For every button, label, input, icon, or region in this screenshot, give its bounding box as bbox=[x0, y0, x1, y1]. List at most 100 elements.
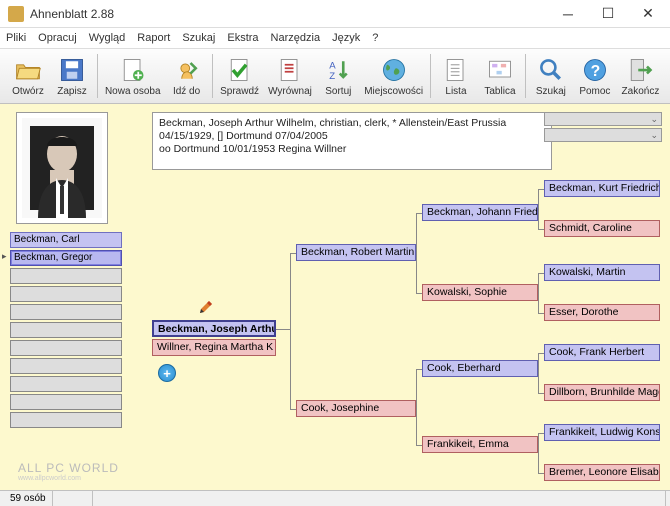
save-icon bbox=[58, 56, 86, 84]
pgmgf[interactable]: Kowalski, Martin bbox=[544, 264, 660, 281]
places-button[interactable]: Miejscowości bbox=[360, 51, 427, 101]
toolbar-separator bbox=[430, 54, 431, 98]
tree-line bbox=[416, 369, 422, 370]
list-item-selected[interactable]: Beckman, Gregor bbox=[10, 250, 122, 266]
list-item-empty[interactable] bbox=[10, 286, 122, 302]
menu-narzedzia[interactable]: Narzędzia bbox=[271, 32, 321, 44]
person-photo[interactable] bbox=[16, 112, 108, 224]
info-line1: Beckman, Joseph Arthur Wilhelm, christia… bbox=[159, 117, 545, 143]
father[interactable]: Beckman, Robert Martin bbox=[296, 244, 416, 261]
mgmgf[interactable]: Frankikeit, Ludwig Konst bbox=[544, 424, 660, 441]
list-item-empty[interactable] bbox=[10, 340, 122, 356]
new-person-icon bbox=[119, 56, 147, 84]
save-button[interactable]: Zapisz bbox=[50, 51, 94, 101]
new-person-button[interactable]: Nowa osoba bbox=[101, 51, 165, 101]
sort-icon: AZ bbox=[324, 56, 352, 84]
list-item-empty[interactable] bbox=[10, 412, 122, 428]
pgm[interactable]: Kowalski, Sophie bbox=[422, 284, 538, 301]
check-button[interactable]: Sprawdź bbox=[215, 51, 263, 101]
search-icon bbox=[537, 56, 565, 84]
open-button[interactable]: Otwórz bbox=[6, 51, 50, 101]
menu-ekstra[interactable]: Ekstra bbox=[227, 32, 258, 44]
list-item-empty[interactable] bbox=[10, 304, 122, 320]
sort-button[interactable]: AZ Sortuj bbox=[316, 51, 360, 101]
tree-line bbox=[538, 273, 539, 313]
list-item-empty[interactable] bbox=[10, 358, 122, 374]
search-button[interactable]: Szukaj bbox=[529, 51, 573, 101]
titlebar: Ahnenblatt 2.88 ─ ☐ ✕ bbox=[0, 0, 670, 28]
sibling-list: Beckman, Carl Beckman, Gregor bbox=[10, 232, 122, 430]
close-button[interactable]: ✕ bbox=[628, 1, 668, 27]
menu-wyglad[interactable]: Wygląd bbox=[89, 32, 126, 44]
tree-line bbox=[290, 409, 296, 410]
pgf[interactable]: Beckman, Johann Friedrich bbox=[422, 204, 538, 221]
help-button[interactable]: ? Pomoc bbox=[573, 51, 617, 101]
add-button[interactable]: + bbox=[158, 364, 176, 382]
tree-line bbox=[538, 473, 544, 474]
svg-text:Z: Z bbox=[330, 70, 336, 81]
list-icon bbox=[442, 56, 470, 84]
pggm[interactable]: Schmidt, Caroline bbox=[544, 220, 660, 237]
status-count: 59 osób bbox=[4, 491, 53, 506]
watermark: ALL PC WORLD www.allpcworld.com bbox=[18, 461, 119, 482]
tree-canvas[interactable]: Beckman, Joseph Arthur Wilhelm, christia… bbox=[0, 104, 670, 490]
list-button[interactable]: Lista bbox=[434, 51, 478, 101]
align-button[interactable]: Wyrównaj bbox=[264, 51, 317, 101]
minimize-button[interactable]: ─ bbox=[548, 1, 588, 27]
menu-raport[interactable]: Raport bbox=[137, 32, 170, 44]
pencil-icon[interactable] bbox=[198, 299, 214, 315]
maximize-button[interactable]: ☐ bbox=[588, 1, 628, 27]
toolbar-separator bbox=[525, 54, 526, 98]
right-slot-1[interactable]: ⌄ bbox=[544, 112, 662, 126]
status-cell bbox=[93, 491, 666, 506]
toolbar: Otwórz Zapisz Nowa osoba Idź do Sprawdź … bbox=[0, 48, 670, 104]
goto-button[interactable]: Idź do bbox=[165, 51, 209, 101]
list-item[interactable]: Beckman, Carl bbox=[10, 232, 122, 248]
tree-line bbox=[538, 189, 539, 229]
pgmgm[interactable]: Esser, Dorothe bbox=[544, 304, 660, 321]
tree-line bbox=[538, 353, 539, 393]
tree-line bbox=[416, 293, 422, 294]
svg-text:?: ? bbox=[591, 63, 601, 80]
exit-button[interactable]: Zakończ bbox=[617, 51, 664, 101]
menu-szukaj[interactable]: Szukaj bbox=[182, 32, 215, 44]
spouse[interactable]: Willner, Regina Martha K bbox=[152, 339, 276, 356]
mgf[interactable]: Cook, Eberhard bbox=[422, 360, 538, 377]
focus-person[interactable]: Beckman, Joseph Arthu bbox=[152, 320, 276, 337]
menu-opracuj[interactable]: Opracuj bbox=[38, 32, 77, 44]
mgm[interactable]: Frankikeit, Emma bbox=[422, 436, 538, 453]
tree-line bbox=[538, 433, 539, 473]
board-icon bbox=[486, 56, 514, 84]
tree-line bbox=[538, 313, 544, 314]
right-slot-2[interactable]: ⌄ bbox=[544, 128, 662, 142]
svg-text:A: A bbox=[330, 60, 337, 71]
chevron-down-icon: ⌄ bbox=[650, 114, 658, 125]
tree-line bbox=[538, 393, 544, 394]
board-button[interactable]: Tablica bbox=[478, 51, 522, 101]
mother[interactable]: Cook, Josephine bbox=[296, 400, 416, 417]
menu-help[interactable]: ? bbox=[372, 32, 378, 44]
list-item-empty[interactable] bbox=[10, 394, 122, 410]
info-line2: oo Dortmund 10/01/1953 Regina Willner bbox=[159, 143, 545, 156]
window-title: Ahnenblatt 2.88 bbox=[30, 7, 548, 21]
toolbar-separator bbox=[97, 54, 98, 98]
mgmgm[interactable]: Bremer, Leonore Elisabeth bbox=[544, 464, 660, 481]
exit-icon bbox=[626, 56, 654, 84]
list-item-empty[interactable] bbox=[10, 322, 122, 338]
align-icon bbox=[276, 56, 304, 84]
list-item-empty[interactable] bbox=[10, 268, 122, 284]
mggf[interactable]: Cook, Frank Herbert bbox=[544, 344, 660, 361]
app-icon bbox=[8, 6, 24, 22]
list-item-empty[interactable] bbox=[10, 376, 122, 392]
tree-line bbox=[538, 229, 544, 230]
person-info: Beckman, Joseph Arthur Wilhelm, christia… bbox=[152, 112, 552, 170]
menu-pliki[interactable]: Pliki bbox=[6, 32, 26, 44]
menu-jezyk[interactable]: Język bbox=[332, 32, 360, 44]
tree-line bbox=[290, 253, 291, 409]
check-icon bbox=[226, 56, 254, 84]
pggf[interactable]: Beckman, Kurt Friedrich bbox=[544, 180, 660, 197]
menubar: Pliki Opracuj Wygląd Raport Szukaj Ekstr… bbox=[0, 28, 670, 48]
selection-arrow-icon: ▸ bbox=[2, 251, 7, 262]
mggm[interactable]: Dillborn, Brunhilde Magd bbox=[544, 384, 660, 401]
folder-open-icon bbox=[14, 56, 42, 84]
